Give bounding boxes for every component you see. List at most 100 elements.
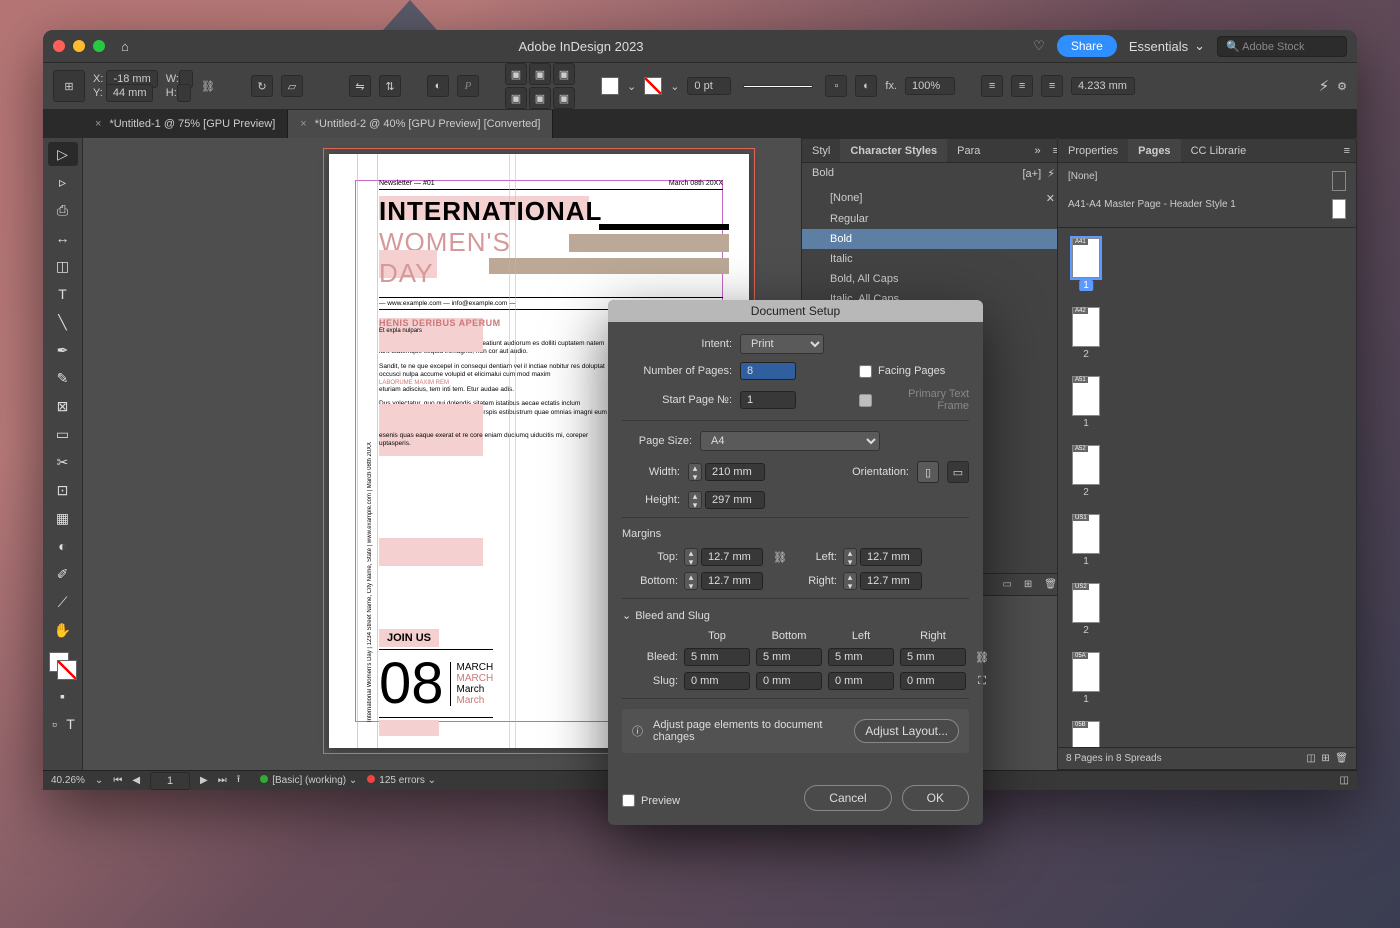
thumb-2[interactable]: A422: [1072, 307, 1100, 347]
fx-icon[interactable]: ▫: [825, 75, 847, 97]
flip-h-icon[interactable]: ⇋: [349, 75, 371, 97]
link-icon[interactable]: ⛶: [972, 675, 992, 688]
zoom-level[interactable]: 40.26%: [51, 775, 85, 786]
direct-select-tool[interactable]: ▹: [48, 170, 78, 194]
doc-tab-2[interactable]: ×*Untitled-2 @ 40% [GPU Preview] [Conver…: [288, 110, 553, 138]
npages-input[interactable]: [740, 362, 796, 380]
zoom-val[interactable]: 100%: [905, 77, 955, 95]
stroke-weight[interactable]: 0 pt: [687, 77, 731, 95]
wrap-icon[interactable]: ▣: [553, 63, 575, 85]
tab-properties[interactable]: Properties: [1058, 139, 1128, 162]
spin-buttons[interactable]: ▴▾: [843, 548, 857, 566]
preflight-mode[interactable]: [Basic] (working): [272, 775, 346, 786]
help-icon[interactable]: ♡: [1033, 38, 1045, 54]
margin-top-input[interactable]: [701, 548, 763, 566]
gutter[interactable]: 4.233 mm: [1071, 77, 1135, 95]
constrain-icon[interactable]: ⛓: [201, 80, 215, 93]
bleed-top[interactable]: [684, 648, 750, 666]
wrap-icon[interactable]: ▣: [529, 63, 551, 85]
frame-tool[interactable]: ⊠: [48, 394, 78, 418]
panel-menu-icon[interactable]: ≡: [1338, 145, 1356, 157]
height-input[interactable]: [705, 491, 765, 509]
style-regular[interactable]: Regular: [802, 209, 1065, 229]
gap-tool[interactable]: ↔: [48, 226, 78, 250]
fill-stroke-swatch[interactable]: [49, 652, 77, 680]
pencil-tool[interactable]: ✎: [48, 366, 78, 390]
link-icon[interactable]: ⛓: [972, 651, 992, 664]
bleed-left[interactable]: [828, 648, 894, 666]
y-value[interactable]: 44 mm: [106, 84, 154, 102]
new-style-icon[interactable]: [a+]: [1022, 168, 1041, 180]
style-bac[interactable]: Bold, All Caps: [802, 269, 1065, 289]
facing-pages-check[interactable]: Facing Pages: [859, 365, 969, 378]
margin-left-input[interactable]: [860, 548, 922, 566]
page-tool[interactable]: ⎙: [48, 198, 78, 222]
prev-page-icon[interactable]: ◀: [132, 775, 140, 786]
new-page-icon[interactable]: ⊞: [1321, 753, 1329, 764]
page-field[interactable]: 1: [150, 772, 190, 790]
cancel-button[interactable]: Cancel: [804, 785, 891, 811]
pagesize-select[interactable]: A4: [700, 431, 880, 451]
spin-buttons[interactable]: ▴▾: [688, 463, 702, 481]
hand-tool[interactable]: ✋: [48, 618, 78, 642]
slug-right[interactable]: [900, 672, 966, 690]
panel-tab-styl[interactable]: Styl: [802, 139, 840, 162]
thumb-3[interactable]: A511: [1072, 376, 1100, 416]
stroke-style[interactable]: [743, 85, 813, 88]
intent-select[interactable]: Print: [740, 334, 824, 354]
panel-tab-char[interactable]: Character Styles: [840, 139, 947, 162]
shear-icon[interactable]: ▱: [281, 75, 303, 97]
workspace-switcher[interactable]: Essentials ⌄: [1129, 38, 1205, 54]
tab-cc[interactable]: CC Librarie: [1181, 139, 1257, 162]
spin-buttons[interactable]: ▴▾: [684, 548, 698, 566]
adjust-layout-button[interactable]: Adjust Layout...: [854, 719, 959, 743]
trash-icon[interactable]: 🗑: [1044, 579, 1057, 590]
landscape-icon[interactable]: ▭: [947, 461, 969, 483]
clear-icon[interactable]: ✕: [1046, 192, 1055, 205]
scroll-icon[interactable]: ◫: [1340, 775, 1349, 786]
thumb-7[interactable]: 05A1: [1072, 652, 1100, 692]
tab-pages[interactable]: Pages: [1128, 139, 1180, 162]
maximize-button[interactable]: [93, 40, 105, 52]
thumb-8[interactable]: 05B2: [1072, 721, 1100, 747]
style-none[interactable]: [None]✕: [802, 188, 1065, 209]
wrap-icon[interactable]: ▣: [553, 87, 575, 109]
view-mode-normal[interactable]: ▫: [48, 712, 62, 736]
measure-tool[interactable]: ⟋: [48, 590, 78, 614]
lightning-icon[interactable]: ⚡︎: [1319, 77, 1330, 95]
chevron-down-icon[interactable]: ⌄: [627, 80, 636, 93]
minimize-button[interactable]: [73, 40, 85, 52]
thumb-5[interactable]: US11: [1072, 514, 1100, 554]
scissors-tool[interactable]: ✂: [48, 450, 78, 474]
home-icon[interactable]: ⌂: [121, 39, 129, 54]
last-page-icon[interactable]: ⏭: [218, 775, 227, 786]
master-none[interactable]: [None]: [1068, 167, 1346, 195]
startpage-input[interactable]: [740, 391, 796, 409]
gradient-tool[interactable]: ▦: [48, 506, 78, 530]
first-page-icon[interactable]: ⏮: [113, 775, 122, 786]
close-button[interactable]: [53, 40, 65, 52]
opacity-icon[interactable]: ◐: [855, 75, 877, 97]
style-italic[interactable]: Italic: [802, 249, 1065, 269]
thumb-6[interactable]: US22: [1072, 583, 1100, 623]
apply-color[interactable]: ▪: [48, 684, 78, 708]
thumb-1[interactable]: A411: [1072, 238, 1100, 278]
p-icon[interactable]: P: [457, 75, 479, 97]
share-button[interactable]: Share: [1057, 35, 1117, 57]
view-mode-preview[interactable]: T: [64, 712, 78, 736]
error-count[interactable]: 125 errors: [379, 775, 425, 786]
wrap-icon[interactable]: ▣: [529, 87, 551, 109]
align-icon[interactable]: ≡: [1011, 75, 1033, 97]
bleed-bottom[interactable]: [756, 648, 822, 666]
rotate-icon[interactable]: ↻: [251, 75, 273, 97]
spin-buttons[interactable]: ▴▾: [688, 491, 702, 509]
type-tool[interactable]: T: [48, 282, 78, 306]
ref-point-grid[interactable]: ⊞: [53, 70, 85, 102]
align-icon[interactable]: ≡: [1041, 75, 1063, 97]
chevron-down-icon[interactable]: ⌄: [670, 80, 679, 93]
fill-swatch[interactable]: [601, 77, 619, 95]
trash-icon[interactable]: 🗑: [1335, 753, 1348, 764]
align-icon[interactable]: ≡: [981, 75, 1003, 97]
bleed-right[interactable]: [900, 648, 966, 666]
spin-buttons[interactable]: ▴▾: [684, 572, 698, 590]
